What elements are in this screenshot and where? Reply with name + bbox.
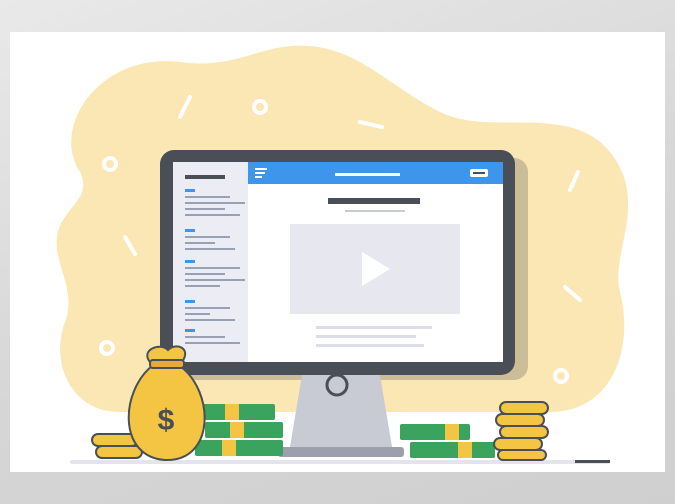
dollar-icon: $ (158, 404, 175, 437)
illustration-card: $ (10, 32, 665, 472)
coin-stack-icon-right (493, 401, 549, 461)
content-title-line (328, 198, 420, 204)
banknote-stack-icon (195, 404, 283, 456)
header-title-line (335, 173, 400, 176)
banknote-stack-icon-right (400, 424, 495, 458)
sidebar (173, 162, 248, 362)
monitor-stand (290, 375, 392, 447)
stand-base (278, 447, 404, 457)
online-course-illustration: $ (56, 45, 629, 464)
